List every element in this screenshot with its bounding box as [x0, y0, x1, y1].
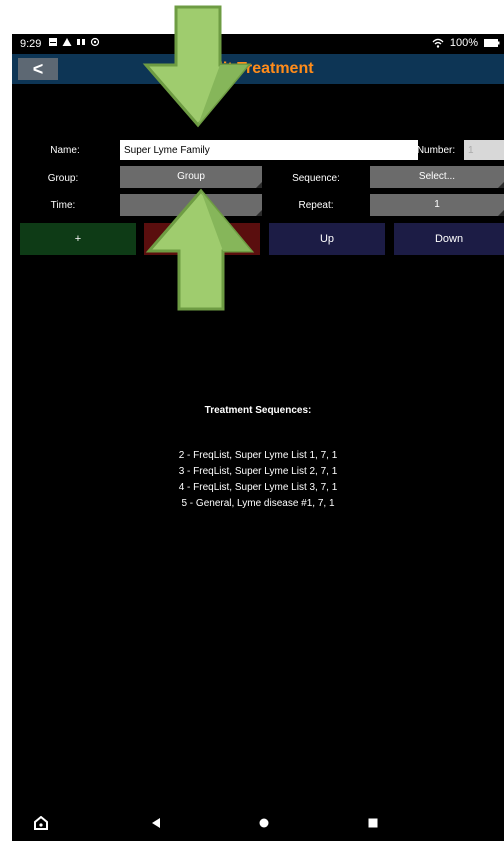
- home-circle-icon[interactable]: [259, 818, 269, 828]
- up-button[interactable]: Up: [269, 223, 385, 255]
- sequences-heading: Treatment Sequences:: [204, 405, 312, 416]
- number-label: Number:: [416, 145, 456, 156]
- repeat-label: Repeat:: [298, 200, 334, 211]
- sequences-list: 2 - FreqList, Super Lyme List 1, 7, 1 3 …: [12, 448, 504, 512]
- recents-square-icon[interactable]: [368, 818, 378, 828]
- list-item[interactable]: 2 - FreqList, Super Lyme List 1, 7, 1: [12, 448, 504, 464]
- name-field[interactable]: [120, 140, 418, 160]
- battery-icon: [484, 39, 500, 47]
- list-item[interactable]: 4 - FreqList, Super Lyme List 3, 7, 1: [12, 480, 504, 496]
- settings-icon: [90, 37, 100, 47]
- number-field[interactable]: [464, 140, 504, 160]
- add-button[interactable]: +: [20, 223, 136, 255]
- page-title: Edit Treatment: [202, 60, 314, 77]
- back-triangle-icon[interactable]: [151, 818, 161, 828]
- home-assistant-icon[interactable]: [34, 816, 48, 830]
- group-label: Group:: [47, 173, 79, 184]
- down-button[interactable]: Down: [394, 223, 504, 255]
- status-right: 100%: [432, 37, 500, 49]
- status-left-icons: [48, 37, 100, 47]
- arrow-up-annotation: [145, 188, 255, 311]
- app-bar: < Edit Treatment: [12, 54, 504, 84]
- sim-icon: [77, 39, 85, 45]
- navigation-bar: [12, 804, 504, 841]
- battery-percent: 100%: [449, 37, 478, 49]
- sequence-label: Sequence:: [292, 173, 340, 184]
- list-item[interactable]: 3 - FreqList, Super Lyme List 2, 7, 1: [12, 464, 504, 480]
- status-bar: 9:29 100%: [12, 34, 504, 54]
- status-time: 9:29: [20, 38, 42, 50]
- wifi-icon: [432, 38, 444, 48]
- time-label: Time:: [50, 200, 76, 211]
- sequence-select-button[interactable]: Select...: [370, 166, 504, 188]
- list-item[interactable]: 5 - General, Lyme disease #1, 7, 1: [12, 496, 504, 512]
- alert-icon: [62, 38, 72, 46]
- name-label: Name:: [50, 145, 80, 156]
- device-screen: 9:29 100% < Edit Treatment Name: Number:…: [12, 34, 504, 841]
- repeat-button[interactable]: 1: [370, 194, 504, 216]
- group-button[interactable]: Group: [120, 166, 262, 188]
- arrow-down-annotation: [142, 5, 252, 128]
- gallery-icon: [49, 38, 57, 46]
